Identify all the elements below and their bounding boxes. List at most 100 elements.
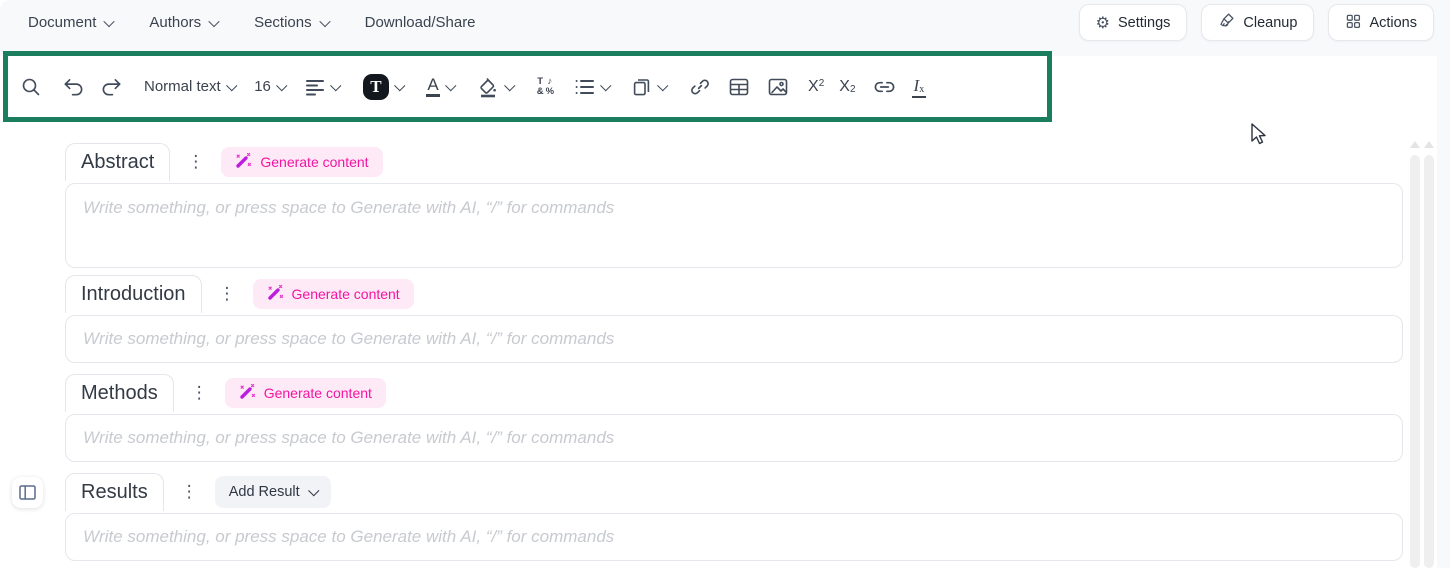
chevron-down-icon [330,79,342,91]
magic-wand-icon [239,383,256,403]
generate-content-label: Generate content [291,286,400,302]
cleanup-button[interactable]: Cleanup [1201,4,1315,41]
clear-formatting-button[interactable]: Ix [911,76,927,98]
section-title: Results [81,481,148,503]
cleanup-label: Cleanup [1243,14,1298,31]
chevron-down-icon [276,79,287,91]
chevron-down-icon [308,485,319,496]
insert-image-button[interactable] [767,77,789,97]
menu-sections[interactable]: Sections [254,14,331,31]
font-size-value: 16 [254,78,271,95]
section-tab-results[interactable]: Results [65,473,164,511]
highlight-color-dropdown[interactable] [477,76,516,98]
actions-label: Actions [1369,14,1417,31]
kebab-menu-icon[interactable]: ⋮ [187,153,204,171]
kebab-menu-icon[interactable]: ⋮ [191,384,208,402]
gear-icon: ⚙ [1095,12,1111,32]
undo-icon [64,78,83,95]
insert-link-button[interactable] [689,76,711,98]
actions-button[interactable]: Actions [1328,4,1434,41]
font-color-dropdown[interactable]: A [426,76,456,97]
section-editor-methods[interactable]: Write something, or press space to Gener… [65,414,1403,462]
chevron-down-icon [600,79,612,91]
undo-button[interactable] [62,77,85,97]
search-icon [22,78,40,95]
menu-download-share[interactable]: Download/Share [365,14,476,31]
menu-document-label: Document [28,14,97,31]
magic-wand-icon [235,152,252,172]
settings-button[interactable]: ⚙ Settings [1078,4,1188,41]
editor-placeholder: Write something, or press space to Gener… [83,198,615,217]
scroll-up-icon[interactable] [1410,141,1420,148]
copy-icon [633,78,649,95]
menu-document[interactable]: Document [28,14,116,31]
generate-content-button[interactable]: Generate content [224,378,386,408]
chevron-down-icon [504,79,516,91]
section-abstract: Abstract ⋮ Generate content Write someth… [65,143,1403,268]
subscript-button[interactable]: X2 [839,78,855,96]
scroll-up-icon[interactable] [1424,141,1434,148]
toggle-panel-button[interactable] [12,477,43,508]
section-title: Introduction [81,283,186,305]
menu-bar: Document Authors Sections Download/Share… [0,0,1450,45]
editor-placeholder: Write something, or press space to Gener… [83,527,615,546]
settings-label: Settings [1118,14,1171,31]
paragraph-style-dropdown[interactable]: Normal text [144,78,237,95]
mouse-cursor [1247,122,1269,151]
chevron-down-icon [656,79,668,91]
section-methods: Methods ⋮ Generate content Write somethi… [65,374,1403,462]
section-title: Methods [81,382,158,404]
align-dropdown[interactable] [305,78,342,96]
generate-content-button[interactable]: Generate content [221,147,383,177]
copy-dropdown[interactable] [631,76,668,98]
scrollbar-outer[interactable] [1424,155,1434,568]
chevron-down-icon [445,79,456,91]
section-tab-abstract[interactable]: Abstract [65,143,171,181]
magic-wand-icon [267,284,284,304]
broom-icon [1218,12,1235,33]
citation-link-button[interactable] [873,80,896,94]
redo-icon [102,78,121,95]
section-editor-results[interactable]: Write something, or press space to Gener… [65,513,1403,561]
insert-table-button[interactable] [728,77,750,97]
superscript-button[interactable]: X2 [808,78,824,96]
section-editor-introduction[interactable]: Write something, or press space to Gener… [65,315,1403,363]
redo-button[interactable] [100,77,123,97]
kebab-menu-icon[interactable]: ⋮ [219,285,236,303]
chevron-down-icon [103,15,116,27]
special-characters-icon: T ♪ &% [536,75,555,97]
menu-sections-label: Sections [254,14,312,31]
scrollbar-inner[interactable] [1410,155,1420,568]
section-tab-methods[interactable]: Methods [65,374,174,412]
kebab-menu-icon[interactable]: ⋮ [181,483,198,501]
section-editor-abstract[interactable]: Write something, or press space to Gener… [65,183,1403,268]
link-icon [691,79,709,94]
menu-authors-label: Authors [149,14,202,31]
right-gutter [1437,0,1450,568]
bullet-list-icon [575,79,595,94]
horizontal-link-icon [874,81,894,92]
generate-content-button[interactable]: Generate content [252,279,414,309]
add-result-button[interactable]: Add Result [214,476,332,508]
section-introduction: Introduction ⋮ Generate content Write so… [65,275,1403,363]
chevron-down-icon [318,15,331,27]
image-icon [768,78,788,95]
menu-download-share-label: Download/Share [364,14,476,31]
generate-content-label: Generate content [260,154,369,170]
superscript-icon: X2 [808,77,825,95]
search-button[interactable] [20,76,42,98]
menu-authors[interactable]: Authors [149,14,220,31]
paragraph-style-value: Normal text [144,78,221,95]
align-left-icon [306,79,325,95]
text-style-dropdown[interactable]: T [362,73,405,100]
text-style-icon: T [362,73,389,100]
editor-placeholder: Write something, or press space to Gener… [83,329,615,348]
font-size-dropdown[interactable]: 16 [254,78,287,95]
grid-icon [1345,13,1361,33]
subscript-icon: X2 [839,77,856,95]
paint-bucket-icon [477,76,499,98]
editor-toolbar: Normal text 16 T A T ♪ & % X 2 X 2 I x [3,51,1052,122]
special-characters-button[interactable]: T ♪ &% [536,75,555,97]
section-tab-introduction[interactable]: Introduction [65,275,202,313]
list-dropdown[interactable] [574,78,612,96]
